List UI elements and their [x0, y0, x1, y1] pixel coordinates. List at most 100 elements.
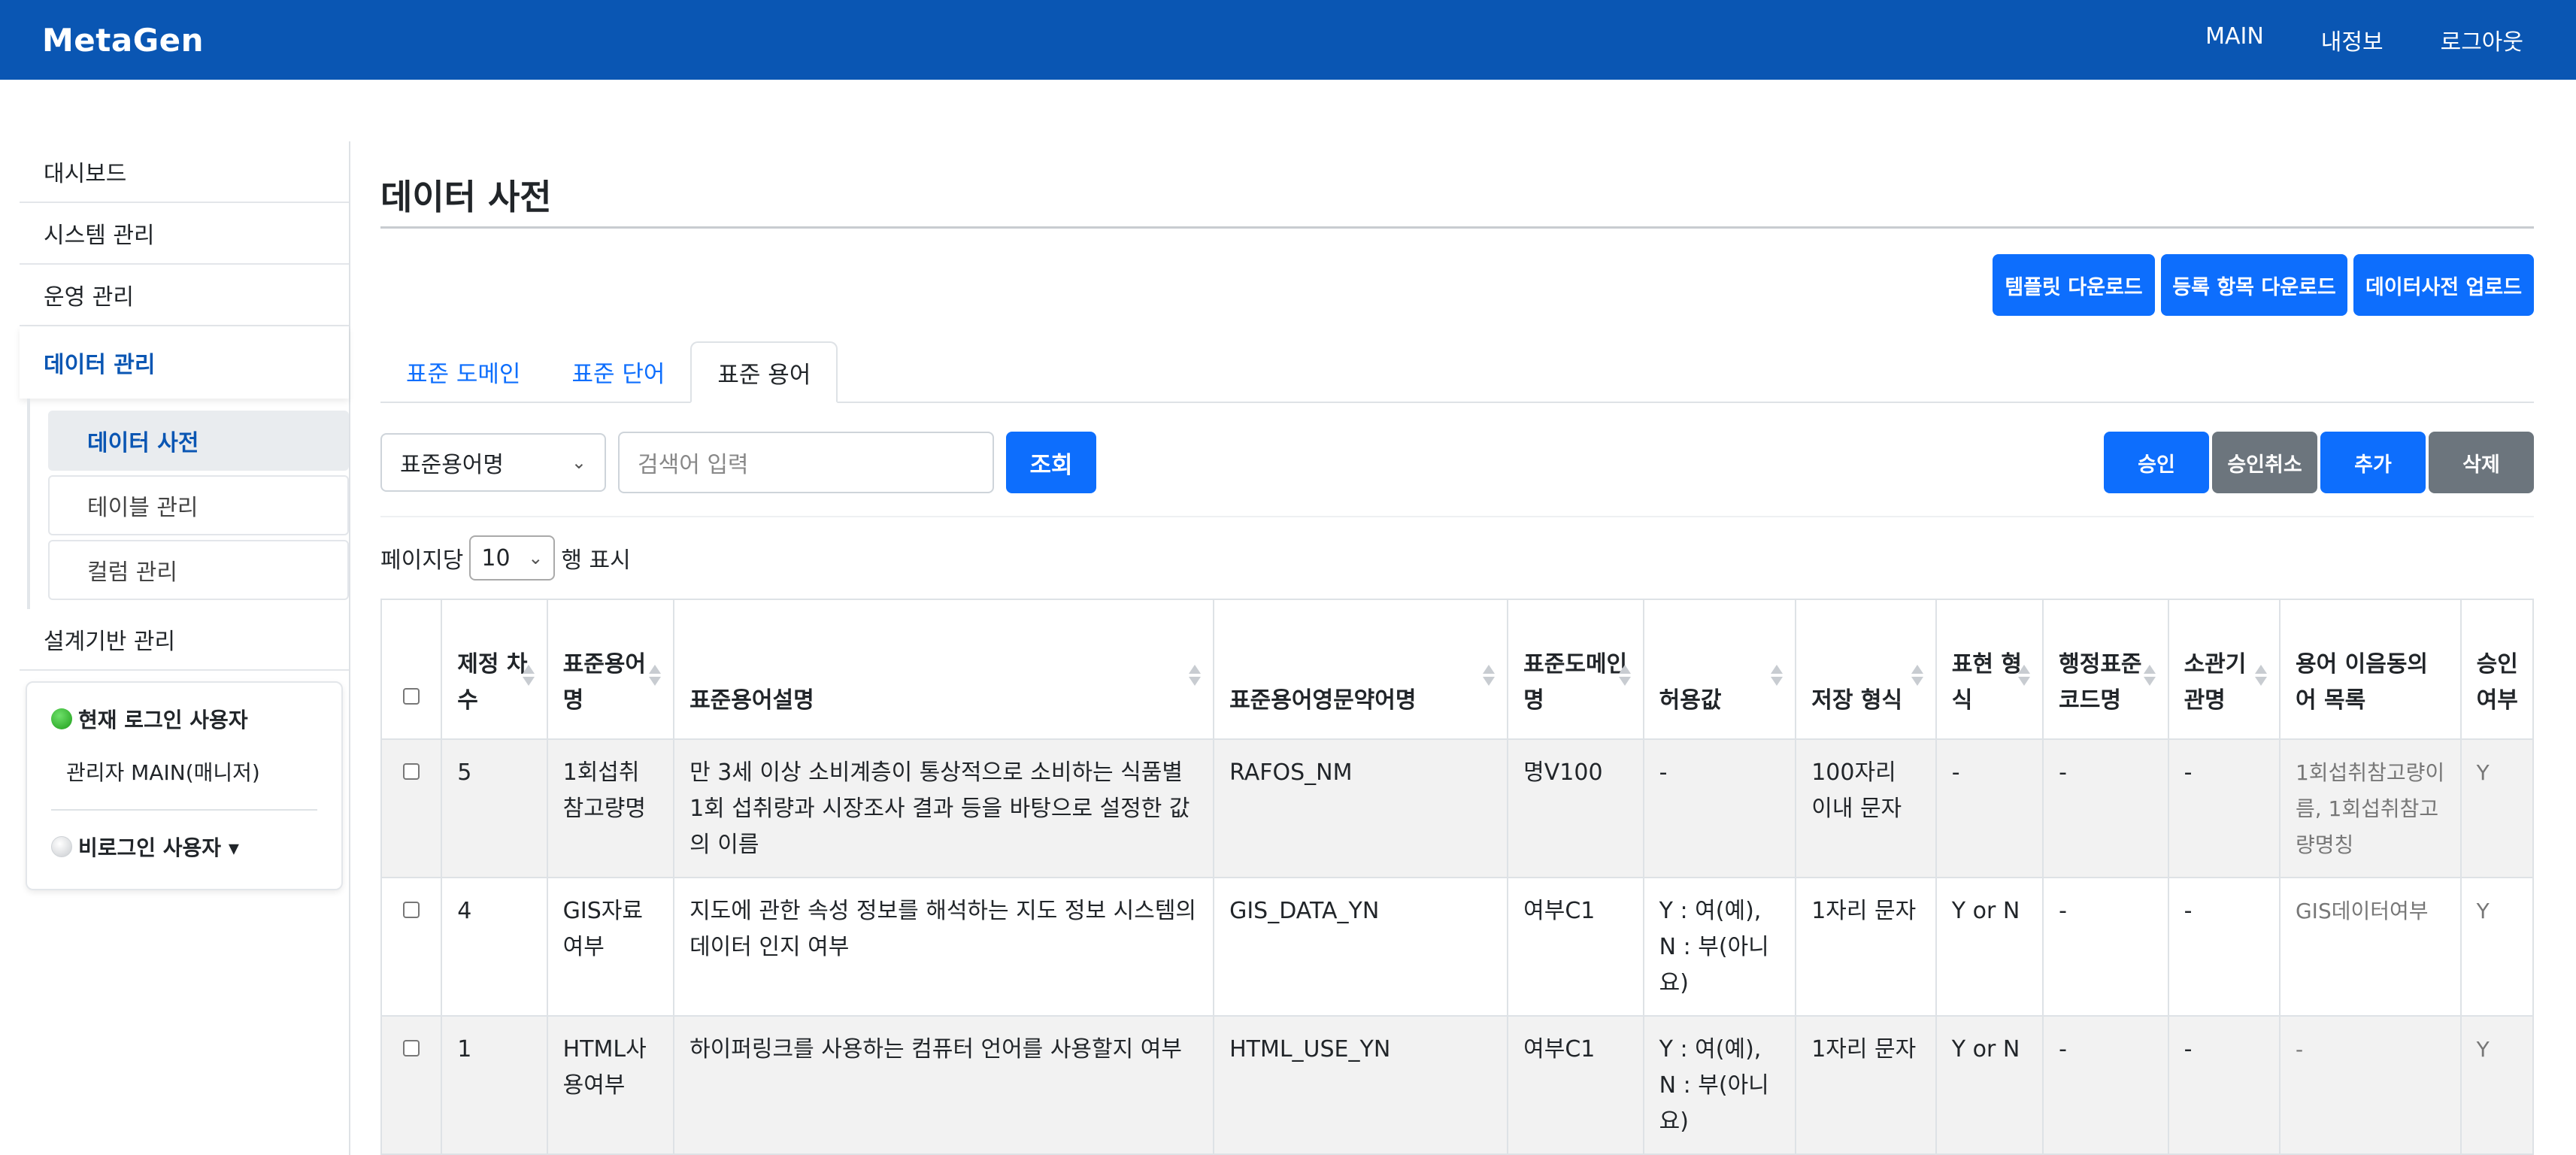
row-checkbox[interactable]	[403, 763, 420, 780]
sidebar-subitem-column[interactable]: 컬럼 관리	[48, 540, 349, 600]
tab-standard-word[interactable]: 표준 단어	[546, 341, 690, 402]
approve-button[interactable]: 승인	[2104, 432, 2209, 493]
sidebar-item-design[interactable]: 설계기반 관리	[20, 609, 349, 671]
page-size-select[interactable]: 10 ⌄	[469, 535, 556, 581]
nav-myinfo-link[interactable]: 내정보	[2321, 23, 2384, 56]
dictionary-upload-button[interactable]: 데이터사전 업로드	[2353, 254, 2534, 316]
tab-standard-term[interactable]: 표준 용어	[690, 341, 838, 403]
nav-logout-link[interactable]: 로그아웃	[2441, 23, 2523, 56]
table-cell: -	[2167, 1015, 2281, 1155]
sort-icon	[2143, 665, 2157, 686]
select-all-checkbox[interactable]	[403, 688, 420, 705]
col-header[interactable]: 표준용어명	[546, 599, 675, 740]
table-cell: -	[2278, 1015, 2462, 1155]
sort-icon	[2018, 665, 2032, 686]
table-cell: -	[1935, 738, 2044, 878]
col-header: 용어 이음동의어 목록	[2278, 599, 2462, 740]
registered-items-download-button[interactable]: 등록 항목 다운로드	[2161, 254, 2347, 316]
page-size-suffix: 행 표시	[561, 547, 631, 574]
main-content: 데이터 사전 템플릿 다운로드 등록 항목 다운로드 데이터사전 업로드 표준 …	[380, 141, 2535, 1155]
table-cell: 여부C1	[1507, 1015, 1644, 1155]
table-cell: GIS데이터여부	[2278, 877, 2462, 1017]
add-button[interactable]: 추가	[2320, 432, 2426, 493]
online-status-icon	[51, 708, 72, 729]
table-cell: 1회섭취참고량이름, 1회섭취참고량명칭	[2278, 738, 2462, 878]
page-size-prefix: 페이지당	[380, 547, 464, 574]
table-cell: 1자리 문자	[1795, 877, 1937, 1017]
table-row[interactable]: 4 GIS자료여부 지도에 관한 속성 정보를 해석하는 지도 정보 시스템의 …	[380, 877, 2535, 1017]
table-cell: 5	[441, 738, 548, 878]
table-header-row: 제정 차수 표준용어명 표준용어설명 표준용어영문약어명 표준도메인명 허용값 …	[380, 599, 2535, 740]
table-cell: 만 3세 이상 소비계층이 통상적으로 소비하는 식품별 1회 섭취량과 시장조…	[673, 738, 1215, 878]
sort-icon	[1771, 665, 1784, 686]
row-checkbox[interactable]	[403, 1040, 420, 1056]
table-cell: GIS_DATA_YN	[1213, 877, 1509, 1017]
row-select-cell	[380, 1015, 443, 1155]
col-header[interactable]: 표현 형식	[1935, 599, 2044, 740]
table-cell: -	[2167, 877, 2281, 1017]
table-cell: -	[2167, 738, 2281, 878]
sidebar: 대시보드 시스템 관리 운영 관리 데이터 관리 데이터 사전 테이블 관리 컬…	[20, 141, 350, 1155]
tab-standard-domain[interactable]: 표준 도메인	[380, 341, 546, 402]
table-cell: 1자리 문자	[1795, 1015, 1937, 1155]
select-all-cell	[380, 599, 443, 740]
search-input[interactable]: 검색어 입력	[618, 432, 994, 493]
top-navbar: MetaGen MAIN 내정보 로그아웃	[0, 0, 2576, 80]
table-cell: -	[2042, 738, 2169, 878]
current-user-name: 관리자 MAIN(매니저)	[66, 760, 260, 785]
sidebar-subitem-dictionary[interactable]: 데이터 사전	[48, 411, 349, 471]
nav-main-link[interactable]: MAIN	[2205, 23, 2264, 56]
table-cell: -	[2042, 1015, 2169, 1155]
sidebar-item-system[interactable]: 시스템 관리	[20, 203, 349, 265]
row-action-buttons: 승인 승인취소 추가 삭제	[2104, 432, 2534, 493]
sidebar-subitem-table[interactable]: 테이블 관리	[48, 475, 349, 535]
table-cell: RAFOS_NM	[1213, 738, 1509, 878]
col-header[interactable]: 표준용어영문약어명	[1213, 599, 1509, 740]
sort-icon	[649, 665, 662, 686]
template-download-button[interactable]: 템플릿 다운로드	[1993, 254, 2155, 316]
sort-icon	[522, 665, 536, 686]
col-header[interactable]: 저장 형식	[1795, 599, 1937, 740]
col-header[interactable]: 행정표준코드명	[2042, 599, 2169, 740]
search-field-select[interactable]: 표준용어명 ⌄	[380, 433, 606, 492]
tab-bar: 표준 도메인 표준 단어 표준 용어	[380, 341, 2534, 403]
table-cell: Y	[2459, 738, 2535, 878]
table-cell: Y or N	[1935, 1015, 2044, 1155]
row-checkbox[interactable]	[403, 902, 420, 918]
col-header[interactable]: 표준용어설명	[673, 599, 1215, 740]
sidebar-item-operation[interactable]: 운영 관리	[20, 265, 349, 326]
col-header[interactable]: 소관기관명	[2167, 599, 2281, 740]
sidebar-item-dashboard[interactable]: 대시보드	[20, 141, 349, 203]
col-header[interactable]: 제정 차수	[441, 599, 548, 740]
sidebar-item-data[interactable]: 데이터 관리	[20, 326, 349, 399]
nav-links: MAIN 내정보 로그아웃	[2205, 23, 2523, 56]
col-header[interactable]: 표준도메인명	[1507, 599, 1644, 740]
brand-logo[interactable]: MetaGen	[42, 22, 204, 59]
sort-icon	[1189, 665, 1202, 686]
search-field-value: 표준용어명	[400, 452, 504, 478]
sort-icon	[1483, 665, 1496, 686]
chevron-down-icon: ⌄	[528, 547, 544, 568]
table-cell: Y : 여(예), N : 부(아니요)	[1642, 1015, 1797, 1155]
cancel-approval-button[interactable]: 승인취소	[2212, 432, 2317, 493]
page-title: 데이터 사전	[380, 141, 2534, 229]
guest-user-toggle[interactable]: 비로그인 사용자 ▾	[51, 832, 317, 862]
guest-user-label: 비로그인 사용자 ▾	[78, 835, 239, 860]
search-button[interactable]: 조회	[1006, 432, 1096, 493]
current-user-label: 현재 로그인 사용자	[78, 708, 248, 732]
table-cell: 1회섭취참고량명	[546, 738, 675, 878]
sort-icon	[1618, 665, 1632, 686]
page-size-control: 페이지당 10 ⌄ 행 표시	[380, 535, 2534, 581]
row-select-cell	[380, 738, 443, 878]
table-cell: HTML_USE_YN	[1213, 1015, 1509, 1155]
table-row[interactable]: 5 1회섭취참고량명 만 3세 이상 소비계층이 통상적으로 소비하는 식품별 …	[380, 738, 2535, 878]
action-buttons: 템플릿 다운로드 등록 항목 다운로드 데이터사전 업로드	[380, 254, 2534, 316]
table-row[interactable]: 1 HTML사용여부 하이퍼링크를 사용하는 컴퓨터 언어를 사용할지 여부 H…	[380, 1015, 2535, 1155]
table-cell: 100자리 이내 문자	[1795, 738, 1937, 878]
delete-button[interactable]: 삭제	[2429, 432, 2534, 493]
table-cell: 명V100	[1507, 738, 1644, 878]
sidebar-submenu: 데이터 사전 테이블 관리 컬럼 관리	[27, 399, 349, 609]
offline-status-icon	[51, 836, 72, 857]
col-header[interactable]: 허용값	[1642, 599, 1797, 740]
row-select-cell	[380, 877, 443, 1017]
